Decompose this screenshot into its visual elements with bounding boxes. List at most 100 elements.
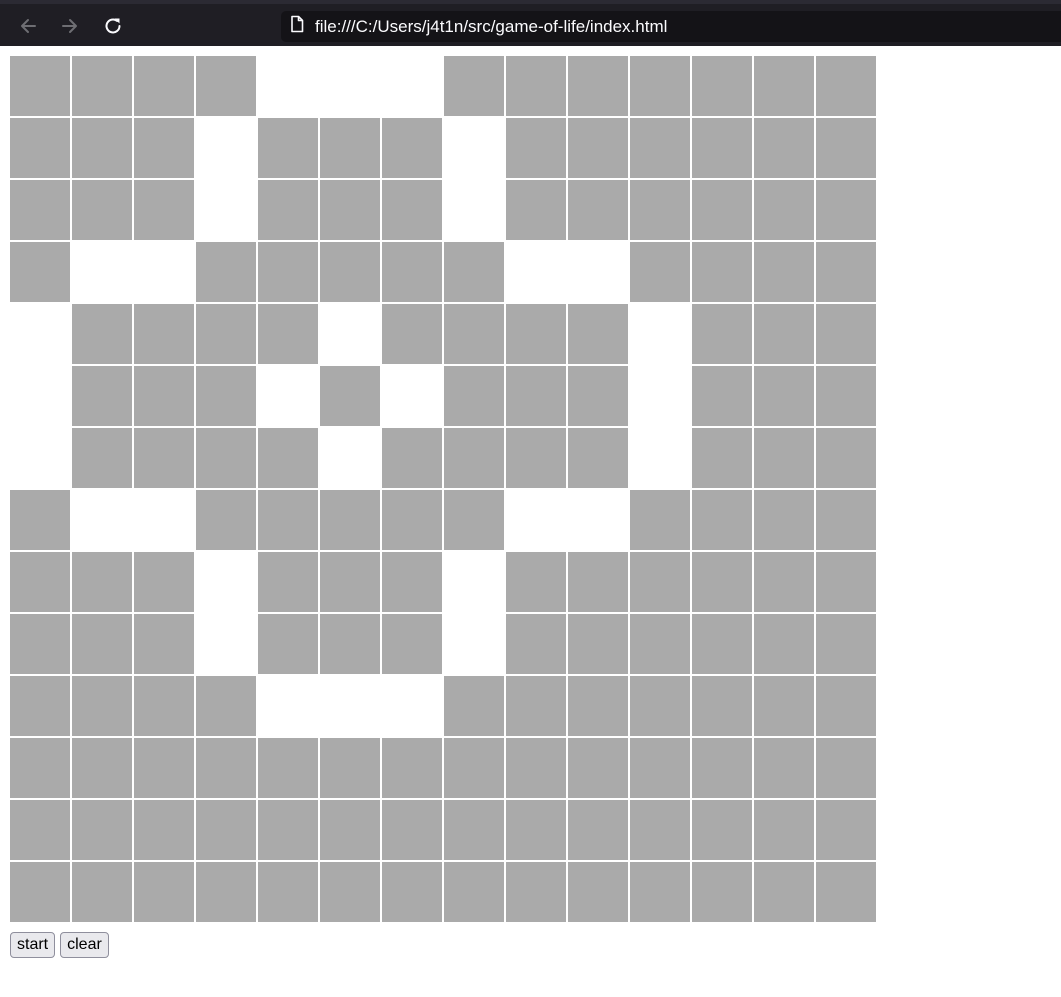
grid-cell[interactable]: [754, 428, 814, 488]
grid-cell[interactable]: [320, 800, 380, 860]
grid-cell[interactable]: [196, 676, 256, 736]
grid-cell[interactable]: [568, 118, 628, 178]
grid-cell[interactable]: [258, 552, 318, 612]
grid-cell[interactable]: [692, 614, 752, 674]
grid-cell[interactable]: [816, 552, 876, 612]
grid-cell[interactable]: [692, 304, 752, 364]
grid-cell[interactable]: [568, 552, 628, 612]
grid-cell[interactable]: [382, 614, 442, 674]
grid-cell[interactable]: [754, 242, 814, 302]
grid-cell[interactable]: [72, 118, 132, 178]
grid-cell[interactable]: [196, 366, 256, 426]
grid-cell[interactable]: [134, 242, 194, 302]
grid-cell[interactable]: [10, 56, 70, 116]
grid-cell[interactable]: [382, 180, 442, 240]
grid-cell[interactable]: [630, 118, 690, 178]
grid-cell[interactable]: [568, 614, 628, 674]
grid-cell[interactable]: [692, 862, 752, 922]
grid-cell[interactable]: [444, 56, 504, 116]
grid-cell[interactable]: [754, 738, 814, 798]
grid-cell[interactable]: [134, 56, 194, 116]
grid-cell[interactable]: [816, 428, 876, 488]
grid-cell[interactable]: [506, 118, 566, 178]
grid-cell[interactable]: [754, 56, 814, 116]
grid-cell[interactable]: [382, 676, 442, 736]
grid-cell[interactable]: [692, 242, 752, 302]
grid-cell[interactable]: [630, 676, 690, 736]
grid-cell[interactable]: [10, 676, 70, 736]
grid-cell[interactable]: [444, 180, 504, 240]
grid-cell[interactable]: [382, 552, 442, 612]
grid-cell[interactable]: [816, 366, 876, 426]
grid-cell[interactable]: [258, 738, 318, 798]
grid-cell[interactable]: [816, 180, 876, 240]
grid-cell[interactable]: [382, 428, 442, 488]
grid-cell[interactable]: [630, 614, 690, 674]
grid-cell[interactable]: [506, 180, 566, 240]
start-button[interactable]: start: [10, 932, 56, 958]
grid-cell[interactable]: [568, 490, 628, 550]
grid-cell[interactable]: [444, 242, 504, 302]
grid-cell[interactable]: [754, 118, 814, 178]
grid-cell[interactable]: [506, 738, 566, 798]
grid-cell[interactable]: [816, 800, 876, 860]
grid-cell[interactable]: [196, 180, 256, 240]
grid-cell[interactable]: [506, 366, 566, 426]
grid-cell[interactable]: [258, 614, 318, 674]
grid-cell[interactable]: [196, 304, 256, 364]
grid-cell[interactable]: [72, 242, 132, 302]
grid-cell[interactable]: [568, 862, 628, 922]
grid-cell[interactable]: [630, 428, 690, 488]
grid-cell[interactable]: [196, 118, 256, 178]
grid-cell[interactable]: [382, 490, 442, 550]
grid-cell[interactable]: [444, 304, 504, 364]
grid-cell[interactable]: [320, 304, 380, 364]
grid-cell[interactable]: [630, 56, 690, 116]
grid-cell[interactable]: [134, 428, 194, 488]
grid-cell[interactable]: [134, 676, 194, 736]
grid-cell[interactable]: [320, 366, 380, 426]
grid-cell[interactable]: [196, 490, 256, 550]
grid-cell[interactable]: [692, 676, 752, 736]
grid-cell[interactable]: [320, 180, 380, 240]
grid-cell[interactable]: [506, 862, 566, 922]
grid-cell[interactable]: [320, 862, 380, 922]
grid-cell[interactable]: [134, 552, 194, 612]
grid-cell[interactable]: [444, 862, 504, 922]
grid-cell[interactable]: [630, 242, 690, 302]
grid-cell[interactable]: [692, 428, 752, 488]
grid-cell[interactable]: [72, 552, 132, 612]
grid-cell[interactable]: [258, 118, 318, 178]
grid-cell[interactable]: [754, 614, 814, 674]
grid-cell[interactable]: [196, 800, 256, 860]
forward-button[interactable]: [54, 12, 86, 40]
grid-cell[interactable]: [692, 552, 752, 612]
grid-cell[interactable]: [816, 242, 876, 302]
grid-cell[interactable]: [196, 738, 256, 798]
grid-cell[interactable]: [72, 490, 132, 550]
grid-cell[interactable]: [10, 862, 70, 922]
grid-cell[interactable]: [134, 862, 194, 922]
grid-cell[interactable]: [754, 552, 814, 612]
grid-cell[interactable]: [320, 614, 380, 674]
grid-cell[interactable]: [816, 56, 876, 116]
grid-cell[interactable]: [10, 118, 70, 178]
grid-cell[interactable]: [382, 862, 442, 922]
grid-cell[interactable]: [754, 366, 814, 426]
grid-cell[interactable]: [444, 800, 504, 860]
grid-cell[interactable]: [134, 304, 194, 364]
grid-cell[interactable]: [692, 118, 752, 178]
grid-cell[interactable]: [258, 242, 318, 302]
grid-cell[interactable]: [568, 366, 628, 426]
grid-cell[interactable]: [320, 676, 380, 736]
grid-cell[interactable]: [630, 862, 690, 922]
grid-cell[interactable]: [72, 862, 132, 922]
grid-cell[interactable]: [196, 56, 256, 116]
grid-cell[interactable]: [630, 800, 690, 860]
grid-cell[interactable]: [382, 118, 442, 178]
grid-cell[interactable]: [444, 118, 504, 178]
grid-cell[interactable]: [196, 614, 256, 674]
address-bar[interactable]: file:///C:/Users/j4t1n/src/game-of-life/…: [281, 11, 1061, 42]
grid-cell[interactable]: [444, 428, 504, 488]
grid-cell[interactable]: [10, 304, 70, 364]
